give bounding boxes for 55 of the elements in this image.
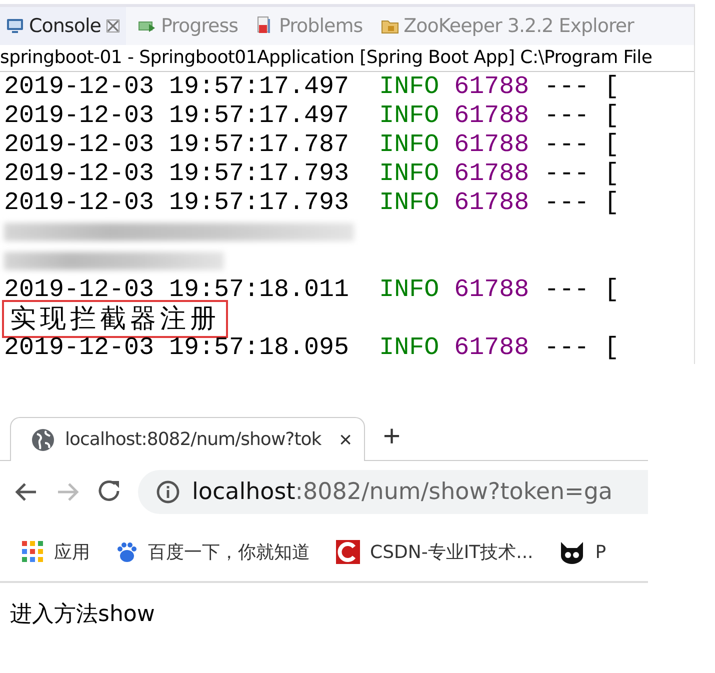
- process-id: 61788: [454, 275, 530, 304]
- bookmark[interactable]: 应用: [22, 540, 90, 564]
- log-level: INFO: [379, 188, 440, 217]
- process-id: 61788: [454, 101, 530, 130]
- process-id: 61788: [454, 159, 530, 188]
- paw-icon[interactable]: [116, 541, 138, 563]
- tab-title: localhost:8082/num/show?tok: [65, 429, 322, 450]
- process-id: 61788: [454, 188, 530, 217]
- log-level: INFO: [379, 130, 440, 159]
- monitor-icon: [6, 18, 24, 34]
- log-timestamp: 2019-12-03 19:57:17.497: [4, 101, 350, 130]
- launch-description: springboot-01 - Springboot01Application [Spring Boot App] C:\Program File: [0, 45, 694, 72]
- thread-bracket: [: [604, 275, 620, 304]
- log-separator: ---: [544, 130, 590, 159]
- bookmark[interactable]: 百度一下，你就知道: [116, 540, 310, 564]
- log-level: INFO: [379, 333, 440, 362]
- info-icon: [156, 480, 180, 504]
- log-separator: ---: [544, 333, 590, 362]
- close-icon[interactable]: [106, 19, 120, 33]
- log-separator: ---: [544, 275, 590, 304]
- log-level: INFO: [379, 275, 440, 304]
- thread-bracket: [: [604, 130, 620, 159]
- thread-bracket: [: [604, 101, 620, 130]
- close-tab-button[interactable]: ×: [339, 426, 352, 452]
- address-bar[interactable]: localhost:8082/num/show?token=ga: [138, 470, 648, 514]
- bookmark[interactable]: P: [559, 540, 606, 564]
- apps-grid-icon[interactable]: [22, 541, 44, 563]
- bookmark[interactable]: CSDN-专业IT技术...: [336, 540, 534, 564]
- c-logo-icon[interactable]: [336, 540, 360, 564]
- process-id: 61788: [454, 72, 530, 101]
- highlighted-log-text: 实现拦截器注册: [2, 300, 228, 338]
- log-timestamp: 2019-12-03 19:57:17.497: [4, 72, 350, 101]
- thread-bracket: [: [604, 188, 620, 217]
- log-timestamp: 2019-12-03 19:57:17.793: [4, 159, 350, 188]
- process-id: 61788: [454, 333, 530, 362]
- new-tab-button[interactable]: +: [375, 420, 409, 460]
- url-text: localhost:8082/num/show?token=ga: [192, 479, 613, 505]
- log-separator: ---: [544, 159, 590, 188]
- log-level: INFO: [379, 159, 440, 188]
- page-text: 进入方法show: [9, 601, 156, 629]
- browser-tab[interactable]: localhost:8082/num/show?tok ×: [10, 417, 365, 461]
- log-timestamp: 2019-12-03 19:57:17.787: [4, 130, 350, 159]
- log-separator: ---: [544, 101, 590, 130]
- log-timestamp: 2019-12-03 19:57:17.793: [4, 188, 350, 217]
- process-id: 61788: [454, 130, 530, 159]
- log-separator: ---: [544, 72, 590, 101]
- cat-icon[interactable]: [559, 540, 586, 564]
- thread-bracket: [: [604, 159, 620, 188]
- view-tab[interactable]: Console: [0, 7, 126, 45]
- thread-bracket: [: [604, 72, 620, 101]
- log-level: INFO: [379, 101, 440, 130]
- log-separator: ---: [544, 188, 590, 217]
- globe-icon: [31, 428, 55, 452]
- log-level: INFO: [379, 72, 440, 101]
- thread-bracket: [: [604, 333, 620, 362]
